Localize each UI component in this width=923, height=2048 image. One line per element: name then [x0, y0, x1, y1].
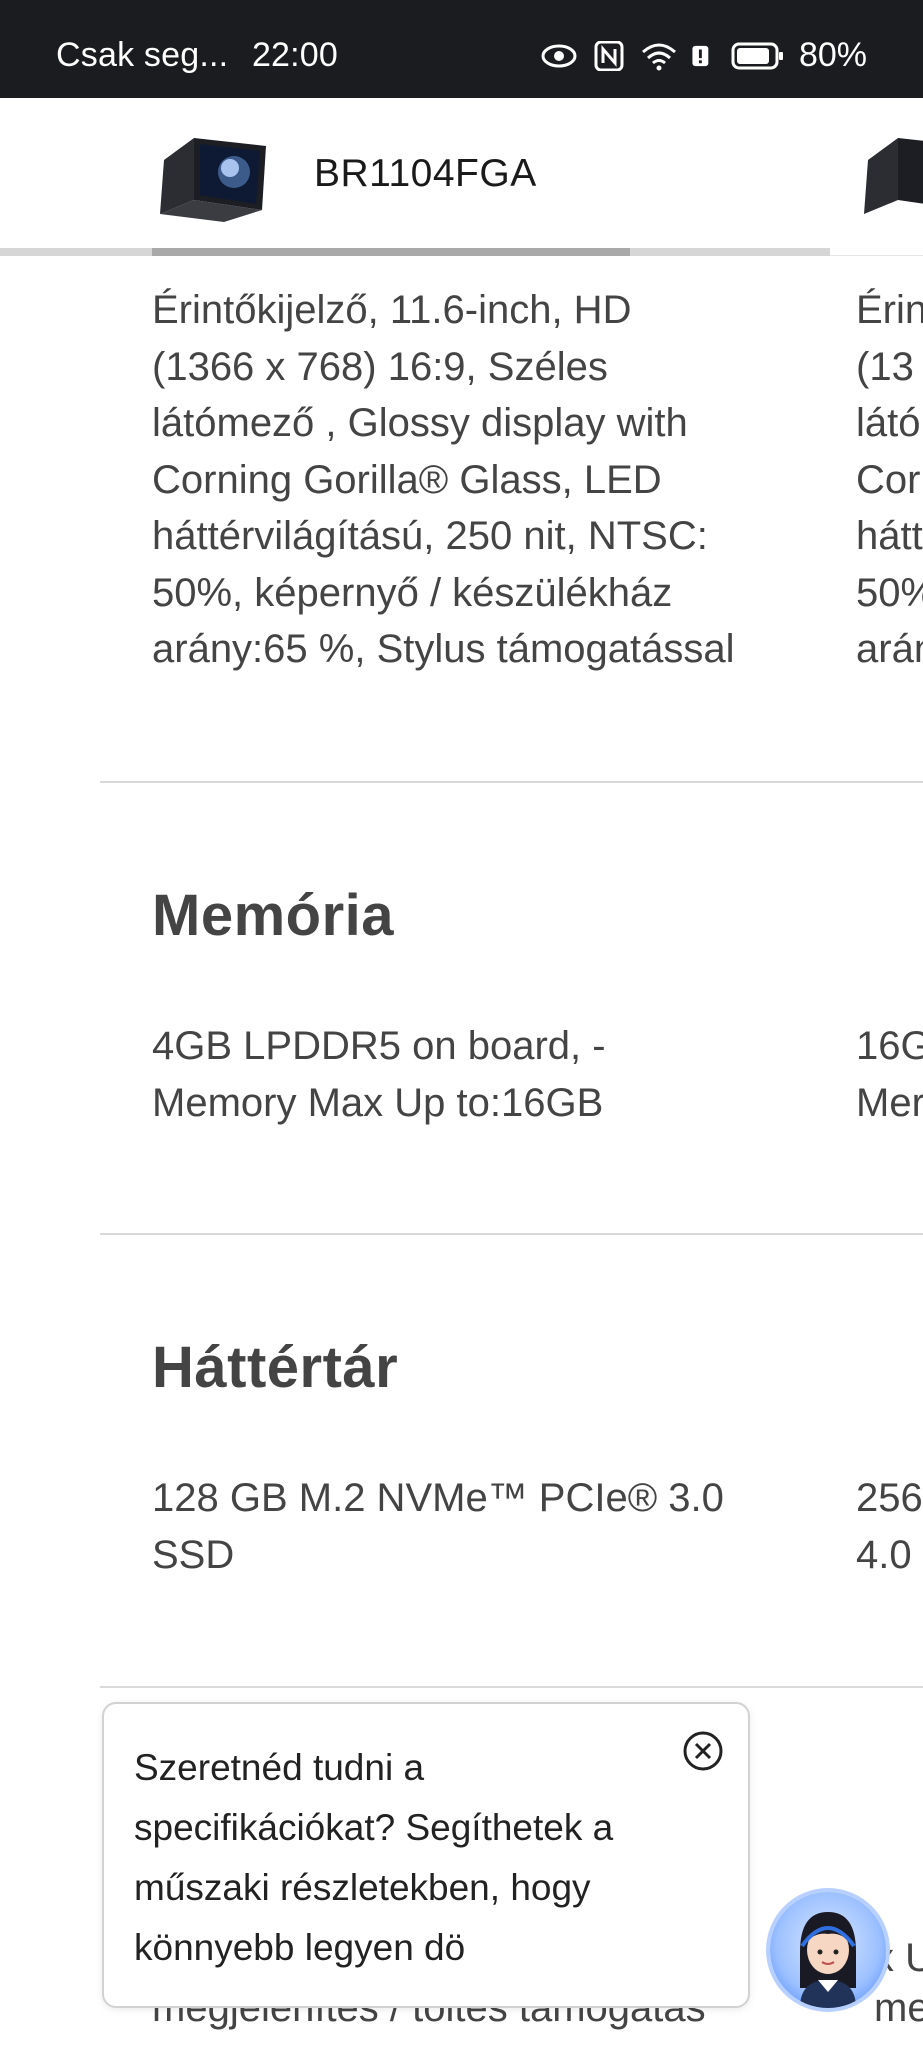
spec-line: látómező , Glossy display with [152, 401, 688, 445]
spec-line: Érin [856, 288, 923, 332]
spec-line: Memory Max Up to:16GB [152, 1080, 604, 1125]
wifi-icon [641, 43, 676, 70]
eye-icon [541, 44, 577, 67]
nfc-icon [594, 40, 624, 71]
assistant-avatar-button[interactable] [770, 1892, 886, 2008]
message-line: könnyebb legyen dö [134, 1927, 466, 1968]
header-divider-right [830, 255, 923, 256]
spec-line: 128 GB M.2 NVMe™ PCIe® 3.0 [152, 1476, 724, 1520]
status-bar: Csak seg... 22:00 80% [0, 0, 923, 98]
battery-icon [731, 42, 783, 69]
display-spec-col1: Érintőkijelző, 11.6-inch, HD (1366 x 768… [152, 282, 832, 678]
clock: 22:00 [251, 36, 339, 74]
next-spec-col2-b: me [874, 1986, 923, 2030]
close-icon[interactable] [682, 1730, 724, 1772]
spec-line: (1366 x 768) 16:9, Széles [152, 344, 608, 389]
spec-line: (13 [856, 344, 914, 389]
spec-line: Cor [856, 457, 921, 502]
storage-spec-col1: 128 GB M.2 NVMe™ PCIe® 3.0 SSD [152, 1470, 832, 1583]
message-line: Szeretnéd tudni a [134, 1747, 425, 1788]
storage-spec-col2: 256 4.0 [856, 1470, 923, 1583]
memory-section-title: Memória [152, 883, 395, 948]
section-divider [100, 1686, 923, 1688]
assistant-message: Szeretnéd tudni a specifikációkat? Segít… [134, 1738, 694, 1978]
spec-line: arány:65 %, Stylus támogatással [152, 627, 735, 671]
message-line: specifikációkat? Segíthetek a [134, 1807, 614, 1848]
spec-line: Corning Gorilla® Glass, LED [152, 457, 662, 502]
spec-line: 50% [856, 570, 923, 615]
assistant-chat-popup[interactable]: Szeretnéd tudni a specifikációkat? Segít… [102, 1702, 750, 2008]
spec-line: arán [856, 627, 923, 671]
section-divider [100, 781, 923, 783]
memory-spec-col2: 16G Mer [856, 1018, 923, 1131]
spec-line: 4GB LPDDR5 on board, - [152, 1024, 606, 1068]
assistant-avatar-icon [800, 1912, 856, 2008]
section-divider [100, 1233, 923, 1235]
spec-line: 16G [856, 1024, 923, 1068]
spec-line: háttérvilágítású, 250 nit, NTSC: [152, 514, 708, 558]
spec-line: Érintőkijelző, 11.6-inch, HD [152, 288, 632, 332]
spec-line: látó [856, 401, 921, 445]
spec-line: 4.0 [856, 1532, 912, 1577]
laptop-product-image[interactable] [154, 130, 268, 222]
spec-line: hátt [856, 514, 923, 558]
product-compare-header: BR1104FGA [0, 98, 923, 258]
alert-icon [692, 45, 709, 66]
spec-line: 256 [856, 1476, 923, 1520]
laptop-product-image-2[interactable] [858, 130, 923, 222]
status-left: Csak seg... 22:00 [56, 36, 352, 75]
message-line: műszaki részletekben, hogy [134, 1867, 591, 1908]
product-name[interactable]: BR1104FGA [314, 152, 537, 196]
battery-percent: 80% [798, 36, 867, 74]
spec-line: SSD [152, 1532, 235, 1577]
status-right: 80% [541, 36, 867, 75]
horizontal-scroll-indicator[interactable] [152, 248, 630, 256]
spec-line: Mer [856, 1080, 923, 1125]
storage-section-title: Háttértár [152, 1335, 399, 1400]
display-spec-col2: Érin (13 látó Cor hátt 50% arán [856, 282, 923, 678]
carrier-label: Csak seg... [56, 36, 229, 74]
spec-line: 50%, képernyő / készülékház [152, 570, 673, 615]
memory-spec-col1: 4GB LPDDR5 on board, - Memory Max Up to:… [152, 1018, 832, 1131]
